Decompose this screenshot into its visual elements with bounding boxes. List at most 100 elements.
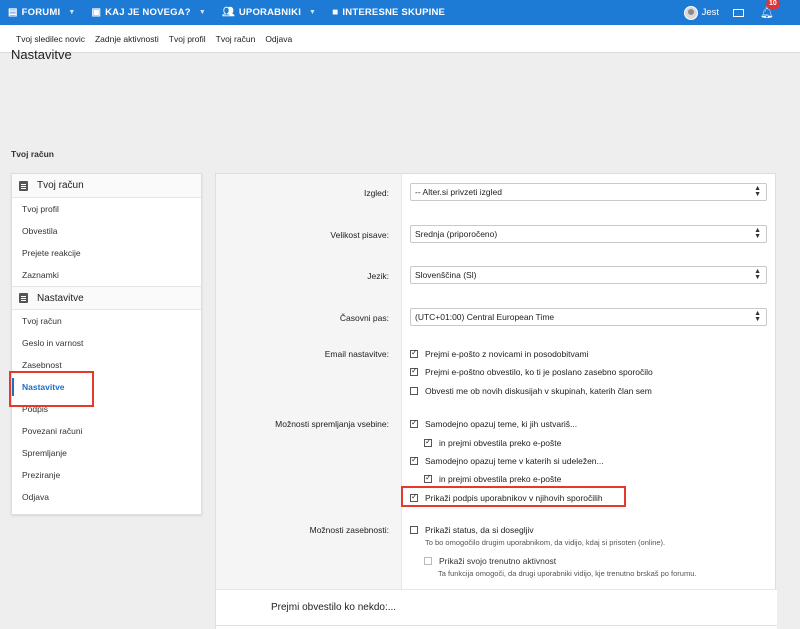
account-sidebar: Tvoj račun Tvoj profil Obvestila Prejete… xyxy=(9,173,202,515)
font-size-select[interactable]: Srednja (priporočeno) ▲ ▼ xyxy=(410,225,767,243)
sidebar-group-settings: Nastavitve xyxy=(12,286,201,310)
subnav-news-feed[interactable]: Tvoj sledilec novic xyxy=(16,34,85,44)
language-select-value: Slovenščina (Sl) xyxy=(415,270,477,280)
nav-forumi[interactable]: ▤ FORUMI ▼ xyxy=(0,0,83,25)
bell-icon[interactable]: 🔔︎ 10 xyxy=(760,0,780,19)
subnav-latest-activity[interactable]: Zadnje aktivnosti xyxy=(95,34,159,44)
nav-interesne-skupine[interactable]: ■ INTERESNE SKUPINE xyxy=(324,0,453,25)
show-current-activity-checkbox[interactable]: Prikaži svojo trenutno aktivnost xyxy=(424,556,556,566)
sidebar-item-ignoring[interactable]: Preziranje xyxy=(12,464,201,486)
sidebar-item-preferences[interactable]: Nastavitve xyxy=(9,371,201,407)
nav-uporabniki-label: UPORABNIKI xyxy=(238,7,302,18)
show-online-status-checkbox[interactable]: Prikaži status, da si dosegljiv xyxy=(410,525,534,535)
subnav-logout[interactable]: Odjava xyxy=(265,34,292,44)
email-conversation-checkbox[interactable]: Prejmi e-poštno obvestilo, ko ti je posl… xyxy=(410,366,653,377)
chat-icon: ▣ xyxy=(91,7,102,18)
subnav-your-profile[interactable]: Tvoj profil xyxy=(169,34,206,44)
subnav-your-account[interactable]: Tvoj račun xyxy=(216,34,256,44)
watch-created-email-checkbox[interactable]: in prejmi obvestila preko e-pošte xyxy=(424,437,562,448)
checkbox-checked[interactable] xyxy=(424,437,432,447)
select-arrows-icon: ▲ ▼ xyxy=(754,268,761,281)
sidebar-item-bookmarks[interactable]: Zaznamki xyxy=(12,264,201,286)
sidebar-item-following[interactable]: Spremljanje xyxy=(12,442,201,464)
checkbox-unchecked[interactable] xyxy=(410,387,418,395)
chevron-down-icon: ▼ xyxy=(68,9,76,16)
timezone-select-value: (UTC+01:00) Central European Time xyxy=(415,312,555,322)
page-title: Nastavitve xyxy=(11,47,72,62)
avatar[interactable] xyxy=(683,5,698,20)
checkbox-checked[interactable] xyxy=(410,418,418,428)
checkbox-unchecked[interactable] xyxy=(424,557,432,565)
timezone-label: Časovni pas: xyxy=(339,313,389,323)
checkbox-checked[interactable] xyxy=(410,455,418,465)
forum-icon: ▤ xyxy=(8,7,18,18)
sidebar-item-alerts[interactable]: Obvestila xyxy=(12,220,201,242)
document-icon xyxy=(19,293,28,303)
folder-icon: ■ xyxy=(332,7,339,18)
notification-section-title: Prejmi obvestilo ko nekdo:... xyxy=(271,602,397,613)
checkbox-unchecked[interactable] xyxy=(410,526,418,534)
nav-kaj-je-novega[interactable]: ▣ KAJ JE NOVEGA? ▼ xyxy=(83,0,213,25)
timezone-select[interactable]: (UTC+01:00) Central European Time ▲ ▼ xyxy=(410,308,767,326)
watch-interacted-email-checkbox[interactable]: in prejmi obvestila preko e-pošte xyxy=(424,473,562,484)
checkbox-label: Prejmi e-poštno obvestilo, ko ti je posl… xyxy=(425,367,653,377)
mail-icon[interactable] xyxy=(733,8,745,17)
checkbox-label: Prikaži status, da si dosegljiv xyxy=(425,525,534,535)
user-name[interactable]: Jest xyxy=(702,7,719,18)
users-icon: 👥︎ xyxy=(221,7,235,18)
sidebar-group-title: Nastavitve xyxy=(37,292,84,304)
style-select-value: -- Alter.si privzeti izgled xyxy=(415,187,502,197)
email-options-label: Email nastavitve: xyxy=(324,349,389,359)
chevron-down-icon: ▼ xyxy=(198,9,206,16)
checkbox-label: in prejmi obvestila preko e-pošte xyxy=(439,474,562,484)
checkbox-checked[interactable] xyxy=(410,348,418,358)
sidebar-item-connected-accounts[interactable]: Povezani računi xyxy=(12,420,201,442)
checkbox-label: Samodejno opazuj teme v katerih si udele… xyxy=(425,456,604,466)
sidebar-group-account: Tvoj račun xyxy=(12,174,201,198)
style-label: Izgled: xyxy=(363,188,389,198)
language-select[interactable]: Slovenščina (Sl) ▲ ▼ xyxy=(410,266,767,284)
select-arrows-icon: ▲ ▼ xyxy=(754,310,761,323)
sidebar-item-reactions[interactable]: Prejete reakcije xyxy=(12,242,201,264)
style-select[interactable]: -- Alter.si privzeti izgled ▲ ▼ xyxy=(410,183,767,201)
notification-badge: 10 xyxy=(766,0,780,9)
document-icon xyxy=(19,180,28,191)
column-divider xyxy=(401,174,402,589)
sidebar-group-title: Tvoj račun xyxy=(37,180,84,191)
preferences-form: Izgled: -- Alter.si privzeti izgled ▲ ▼ V… xyxy=(215,173,777,629)
checkbox-label: in prejmi obvestila preko e-pošte xyxy=(439,438,562,448)
highlight-annotation xyxy=(401,486,626,507)
font-size-select-value: Srednja (priporočeno) xyxy=(415,229,498,239)
content-options-label: Možnosti spremljanja vsebine: xyxy=(275,419,389,429)
top-navigation: ▤ FORUMI ▼ ▣ KAJ JE NOVEGA? ▼ 👥︎ UPORABN… xyxy=(0,0,800,25)
checkbox-checked[interactable] xyxy=(410,366,418,376)
sidebar-item-account-details[interactable]: Tvoj račun xyxy=(12,310,201,332)
checkbox-label: Prejmi e-pošto z novicami in posodobitva… xyxy=(425,349,589,359)
sidebar-item-profile[interactable]: Tvoj profil xyxy=(12,198,201,220)
online-status-hint: To bo omogočilo drugim uporabnikom, da v… xyxy=(425,538,666,547)
nav-interesne-skupine-label: INTERESNE SKUPINE xyxy=(342,7,446,18)
sidebar-item-password-security[interactable]: Geslo in varnost xyxy=(12,332,201,354)
font-size-label: Velikost pisave: xyxy=(330,230,389,240)
watch-interacted-threads-checkbox[interactable]: Samodejno opazuj teme v katerih si udele… xyxy=(410,455,604,466)
user-area: Jest 🔔︎ 10 xyxy=(683,0,800,25)
checkbox-label: Samodejno opazuj teme, ki jih ustvariš..… xyxy=(425,419,578,429)
checkbox-checked[interactable] xyxy=(424,473,432,483)
sub-navigation: Tvoj sledilec novic Zadnje aktivnosti Tv… xyxy=(0,25,800,53)
checkbox-label: Obvesti me ob novih diskusijah v skupina… xyxy=(425,386,652,396)
email-newsletter-checkbox[interactable]: Prejmi e-pošto z novicami in posodobitva… xyxy=(410,348,589,359)
privacy-options-label: Možnosti zasebnosti: xyxy=(309,525,389,535)
chevron-down-icon: ▼ xyxy=(309,9,317,16)
nav-kaj-je-novega-label: KAJ JE NOVEGA? xyxy=(105,7,191,18)
nav-forumi-label: FORUMI xyxy=(21,7,61,18)
email-group-discussions-checkbox[interactable]: Obvesti me ob novih diskusijah v skupina… xyxy=(410,386,652,396)
current-activity-hint: Ta funkcija omogoči, da drugi uporabniki… xyxy=(438,569,697,578)
select-arrows-icon: ▲ ▼ xyxy=(754,227,761,240)
language-label: Jezik: xyxy=(367,271,389,281)
nav-uporabniki[interactable]: 👥︎ UPORABNIKI ▼ xyxy=(214,0,324,25)
checkbox-label: Prikaži svojo trenutno aktivnost xyxy=(439,556,557,566)
breadcrumb[interactable]: Tvoj račun xyxy=(11,149,54,159)
notification-section: Prejmi obvestilo ko nekdo:... xyxy=(216,589,777,629)
watch-created-threads-checkbox[interactable]: Samodejno opazuj teme, ki jih ustvariš..… xyxy=(410,418,578,429)
sidebar-item-logout[interactable]: Odjava xyxy=(12,486,201,508)
